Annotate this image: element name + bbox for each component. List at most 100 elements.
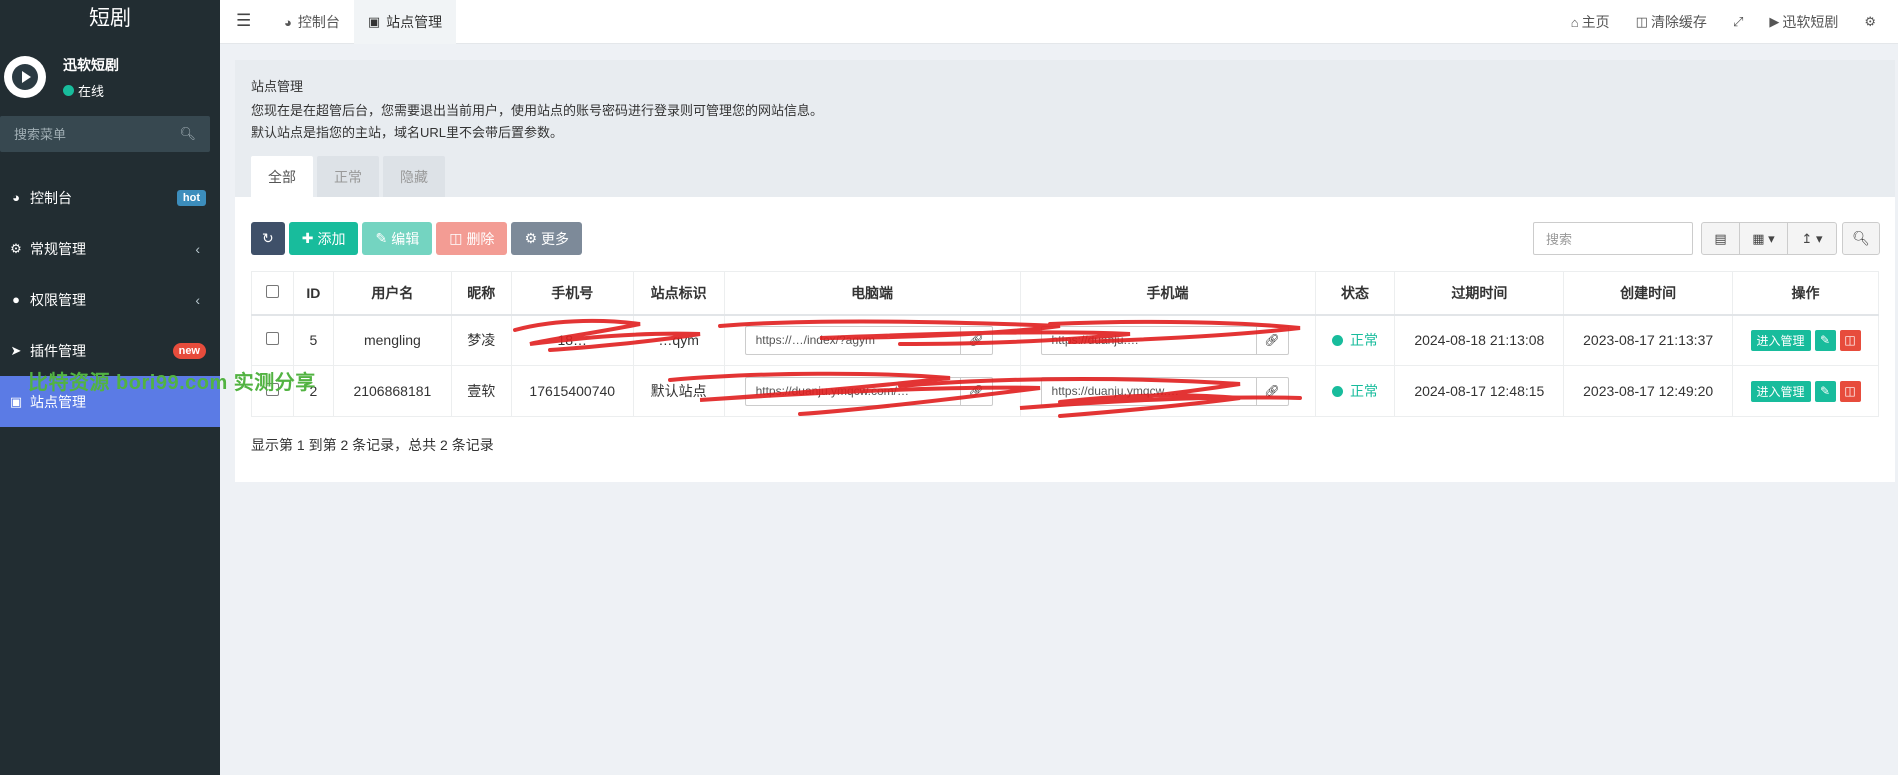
mobile-url-box[interactable]: https://duanju.ymqcw.… 🔗︎: [1040, 376, 1289, 406]
column-header[interactable]: 过期时间: [1394, 271, 1565, 316]
select-all-checkbox[interactable]: [265, 284, 279, 298]
edit-button[interactable]: ✎ 编辑: [362, 222, 433, 255]
cell-site: …qym: [632, 314, 725, 366]
add-label: 添加: [317, 230, 346, 247]
link-icon[interactable]: 🔗︎: [959, 326, 992, 354]
column-header[interactable]: ID: [292, 271, 334, 316]
avatar: [4, 56, 46, 98]
table-row[interactable]: 2 2106868181 壹软 17615400740 默认站点 https:/…: [251, 365, 1879, 417]
cell-mobile-url: https://duanju.ymqcw.… 🔗︎: [1019, 365, 1316, 417]
new-badge: new: [172, 342, 206, 359]
bank-icon: ▣: [367, 14, 381, 29]
column-header[interactable]: 状态: [1314, 271, 1396, 316]
column-header[interactable]: 创建时间: [1563, 271, 1734, 316]
gear-icon: ⚙: [1864, 14, 1876, 29]
table-search-input[interactable]: 搜索: [1533, 222, 1693, 255]
advanced-search-button[interactable]: 🔍︎: [1842, 222, 1880, 255]
main-panel: 站点管理 您现在是在超管后台，您需要退出当前用户，使用站点的账号密码进行登录则可…: [235, 60, 1895, 482]
menu-search-input[interactable]: [14, 126, 174, 142]
row-checkbox[interactable]: [265, 332, 279, 346]
settings-button[interactable]: ⚙: [1864, 14, 1876, 30]
mobile-url-box[interactable]: https://duanju.… 🔗︎: [1040, 325, 1289, 355]
tab-hidden[interactable]: 隐藏: [383, 156, 445, 197]
tab-sites[interactable]: ▣ 站点管理: [353, 0, 457, 44]
table-tools: ▤ ▦ ▾ ↥ ▾: [1701, 222, 1837, 255]
navbar-right: ⌂ 主页 ◫ 清除缓存 ⤢ ▶ 迅软短剧 ⚙: [1571, 0, 1876, 44]
delete-row-button[interactable]: ◫: [1839, 380, 1861, 402]
user-panel: 迅软短剧 在线: [0, 38, 220, 116]
columns-button[interactable]: ▦ ▾: [1740, 223, 1788, 254]
cogs-icon: ⚙: [10, 240, 22, 256]
user-name: 迅软短剧: [63, 56, 119, 73]
export-button[interactable]: ↥ ▾: [1788, 223, 1836, 254]
column-header[interactable]: 昵称: [450, 271, 512, 316]
column-header[interactable]: 手机端: [1019, 271, 1316, 316]
column-header[interactable]: 用户名: [332, 271, 452, 316]
sidebar-item-auth[interactable]: ● 权限管理 ‹: [0, 274, 220, 325]
search-icon[interactable]: 🔍︎: [179, 126, 196, 142]
fullscreen-button[interactable]: ⤢: [1733, 14, 1743, 30]
clear-cache-label: 清除缓存: [1650, 14, 1707, 30]
user-menu[interactable]: ▶ 迅软短剧: [1769, 12, 1838, 32]
top-navbar: ☰ ◕ 控制台 ▣ 站点管理 ⌂ 主页 ◫ 清除缓存 ⤢ ▶ 迅软短剧 ⚙: [220, 0, 1898, 44]
sidebar-item-label: 常规管理: [30, 240, 86, 257]
trash-icon: ◫: [1635, 14, 1648, 29]
manage-button[interactable]: 进入管理: [1750, 329, 1811, 351]
status-dot-icon: [1331, 385, 1343, 397]
brand-logo-text[interactable]: 短剧: [0, 0, 220, 38]
link-icon[interactable]: 🔗︎: [959, 377, 992, 405]
bank-icon: ▣: [9, 393, 23, 409]
watermark: 比特资源 bori99.com 实测分享: [28, 372, 316, 394]
dashboard-icon: ◕: [284, 14, 292, 30]
edit-row-button[interactable]: ✎: [1814, 329, 1836, 351]
edit-row-button[interactable]: ✎: [1814, 380, 1836, 402]
mobile-url-text: https://duanju.…: [1051, 333, 1139, 348]
refresh-button[interactable]: ↻: [251, 222, 285, 255]
column-header[interactable]: 站点标识: [632, 271, 725, 316]
clear-cache-link[interactable]: ◫ 清除缓存: [1636, 12, 1707, 32]
sidebar-item-general[interactable]: ⚙ 常规管理 ‹: [0, 223, 220, 274]
cell-status: 正常: [1314, 314, 1396, 366]
tab-all[interactable]: 全部: [251, 156, 313, 197]
tab-normal[interactable]: 正常: [317, 156, 379, 197]
cell-phone: 17615400740: [510, 365, 634, 417]
add-button[interactable]: ✚ 添加: [288, 222, 359, 255]
tab-dashboard[interactable]: ◕ 控制台: [270, 0, 354, 44]
tab-label: 站点管理: [386, 14, 443, 30]
hamburger-menu-icon[interactable]: ☰: [236, 11, 251, 31]
cell-status: 正常: [1314, 365, 1396, 417]
sidebar-item-label: 权限管理: [30, 291, 86, 308]
home-link[interactable]: ⌂ 主页: [1571, 12, 1610, 32]
sidebar-item-dashboard[interactable]: ◕ 控制台 hot: [0, 172, 220, 223]
pc-url-box[interactable]: https://…/index/?agym 🔗︎: [744, 325, 993, 355]
page-desc-2: 默认站点是指您的主站，域名URL里不会带后置参数。: [251, 125, 564, 140]
table-row[interactable]: 5 mengling 梦凌 18… …qym https://…/index/?…: [251, 314, 1879, 366]
delete-button[interactable]: ◫ 删除: [436, 222, 508, 255]
link-icon[interactable]: 🔗︎: [1255, 326, 1288, 354]
sidebar-item-label: 控制台: [30, 189, 72, 206]
delete-row-button[interactable]: ◫: [1839, 329, 1861, 351]
more-button[interactable]: ⚙ 更多: [511, 222, 582, 255]
toggle-view-button[interactable]: ▤: [1702, 223, 1740, 254]
edit-label: 编辑: [391, 230, 420, 247]
link-icon[interactable]: 🔗︎: [1255, 377, 1288, 405]
column-header[interactable]: 电脑端: [723, 271, 1021, 316]
pc-url-box[interactable]: https://duanju.ymqcw.com/… 🔗︎: [744, 376, 993, 406]
menu-search: 🔍︎: [0, 116, 210, 152]
cell-site: 默认站点: [632, 365, 725, 417]
cell-actions: 进入管理 ✎ ◫: [1732, 314, 1879, 366]
cell-pc-url: https://duanju.ymqcw.com/… 🔗︎: [723, 365, 1021, 417]
manage-button[interactable]: 进入管理: [1750, 380, 1811, 402]
home-label: 主页: [1581, 14, 1610, 30]
pagination-info: 显示第 1 到第 2 条记录，总共 2 条记录: [251, 437, 494, 453]
table-view-icon: ▤: [1714, 230, 1727, 246]
column-header[interactable]: 手机号: [510, 271, 634, 316]
trash-icon: ◫: [449, 230, 463, 246]
plus-icon: ✚: [301, 230, 314, 246]
cell-expire: 2024-08-17 12:48:15: [1394, 365, 1565, 417]
rocket-icon: ➤: [10, 342, 22, 358]
home-icon: ⌂: [1570, 14, 1579, 30]
cell-mobile-url: https://duanju.… 🔗︎: [1019, 314, 1316, 366]
cell-pc-url: https://…/index/?agym 🔗︎: [723, 314, 1021, 366]
more-label: 更多: [541, 230, 569, 247]
